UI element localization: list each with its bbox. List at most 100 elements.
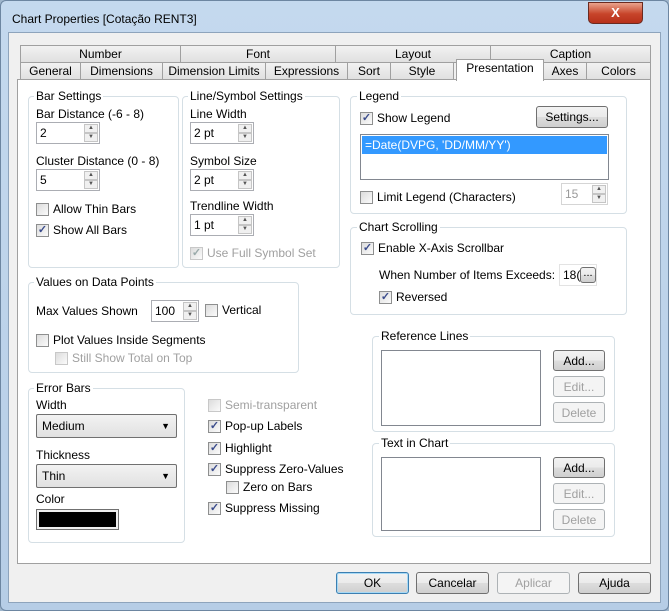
browse-button[interactable]: ... — [580, 267, 596, 283]
bar-distance-spinner[interactable]: 2 ▲ ▼ — [36, 122, 100, 144]
suppress-zero-values-checkbox[interactable]: ✓ Suppress Zero-Values — [208, 463, 344, 476]
spin-up-icon[interactable]: ▲ — [238, 124, 252, 133]
max-values-label: Max Values Shown — [36, 304, 138, 318]
check-icon: ✓ — [190, 247, 203, 260]
highlight-checkbox[interactable]: ✓ Highlight — [208, 442, 272, 455]
thickness-label: Thickness — [36, 448, 91, 462]
spin-down-icon[interactable]: ▼ — [183, 311, 197, 320]
show-legend-checkbox[interactable]: ✓ Show Legend — [360, 112, 450, 125]
cluster-distance-label: Cluster Distance (0 - 8) — [36, 154, 160, 168]
allow-thin-bars-checkbox[interactable]: Allow Thin Bars — [36, 203, 136, 216]
reference-lines-listbox[interactable] — [381, 350, 541, 426]
trendline-width-spinner[interactable]: 1 pt ▲ ▼ — [190, 214, 254, 236]
checkbox-label: Highlight — [225, 441, 272, 455]
thickness-select[interactable]: Thin ▼ — [36, 464, 177, 488]
checkbox-label: Limit Legend (Characters) — [377, 190, 516, 204]
text-add-button[interactable]: Add... — [553, 457, 605, 478]
legend-item[interactable]: =Date(DVPG, 'DD/MM/YY') — [362, 136, 607, 154]
checkbox-box — [208, 399, 221, 412]
cluster-distance-value: 5 — [40, 173, 47, 187]
zero-on-bars-checkbox[interactable]: Zero on Bars — [226, 481, 312, 494]
spin-down-icon[interactable]: ▼ — [84, 180, 98, 189]
ok-button[interactable]: OK — [336, 572, 409, 594]
checkbox-box — [205, 304, 218, 317]
vertical-checkbox[interactable]: Vertical — [205, 304, 261, 317]
enable-scrollbar-checkbox[interactable]: ✓ Enable X-Axis Scrollbar — [361, 242, 504, 255]
line-symbol-title: Line/Symbol Settings — [188, 89, 305, 103]
show-all-bars-checkbox[interactable]: ✓ Show All Bars — [36, 224, 127, 237]
check-icon: ✓ — [379, 291, 392, 304]
spin-down-icon[interactable]: ▼ — [238, 225, 252, 234]
spin-up-icon[interactable]: ▲ — [238, 171, 252, 180]
max-values-spinner[interactable]: 100 ▲ ▼ — [151, 300, 199, 322]
reference-add-button[interactable]: Add... — [553, 350, 605, 371]
symbol-size-label: Symbol Size — [190, 154, 257, 168]
tab-general[interactable]: General — [20, 62, 81, 80]
spin-up-icon[interactable]: ▲ — [84, 171, 98, 180]
checkbox-box — [226, 481, 239, 494]
spin-up-icon[interactable]: ▲ — [84, 124, 98, 133]
still-show-total-checkbox[interactable]: Still Show Total on Top — [55, 352, 192, 365]
suppress-missing-checkbox[interactable]: ✓ Suppress Missing — [208, 502, 320, 515]
checkbox-label: Reversed — [396, 290, 448, 304]
checkbox-label: Suppress Zero-Values — [225, 462, 344, 476]
checkbox-label: Vertical — [222, 303, 262, 317]
symbol-size-value: 2 pt — [194, 173, 215, 187]
text-edit-button[interactable]: Edit... — [553, 483, 605, 504]
close-button[interactable]: X — [588, 2, 643, 24]
checkbox-label: Pop-up Labels — [225, 419, 303, 433]
checkbox-box — [55, 352, 68, 365]
spin-down-icon[interactable]: ▼ — [84, 133, 98, 142]
line-width-spinner[interactable]: 2 pt ▲ ▼ — [190, 122, 254, 144]
tab-dimensions[interactable]: Dimensions — [80, 62, 163, 80]
legend-settings-button[interactable]: Settings... — [536, 106, 608, 128]
text-in-chart-title: Text in Chart — [379, 436, 451, 450]
tab-dimension-limits[interactable]: Dimension Limits — [162, 62, 266, 80]
cluster-distance-spinner[interactable]: 5 ▲ ▼ — [36, 169, 100, 191]
tab-number[interactable]: Number — [20, 45, 181, 63]
color-picker-button[interactable] — [36, 509, 119, 530]
tab-presentation[interactable]: Presentation — [456, 59, 544, 81]
width-value: Medium — [42, 419, 85, 433]
text-in-chart-listbox[interactable] — [381, 457, 541, 531]
checkbox-label: Enable X-Axis Scrollbar — [378, 241, 505, 255]
width-label: Width — [36, 398, 67, 412]
values-on-data-points-title: Values on Data Points — [34, 275, 156, 289]
check-icon: ✓ — [208, 463, 221, 476]
cancel-button[interactable]: Cancelar — [416, 572, 489, 594]
tab-style[interactable]: Style — [390, 62, 454, 80]
help-button[interactable]: Ajuda — [578, 572, 651, 594]
limit-legend-spinner[interactable]: 15 ▲ ▼ — [561, 183, 608, 205]
reference-delete-button[interactable]: Delete — [553, 402, 605, 423]
tab-colors[interactable]: Colors — [586, 62, 651, 80]
tab-expressions[interactable]: Expressions — [265, 62, 348, 80]
legend-listbox[interactable]: =Date(DVPG, 'DD/MM/YY') — [360, 134, 609, 180]
tab-axes[interactable]: Axes — [543, 62, 587, 80]
tab-sort[interactable]: Sort — [347, 62, 391, 80]
tab-font[interactable]: Font — [180, 45, 336, 63]
checkbox-box — [360, 191, 373, 204]
checkbox-label: Still Show Total on Top — [72, 351, 193, 365]
apply-button[interactable]: Aplicar — [497, 572, 570, 594]
spin-down-icon[interactable]: ▼ — [238, 133, 252, 142]
spin-down-icon[interactable]: ▼ — [592, 194, 606, 203]
reversed-checkbox[interactable]: ✓ Reversed — [379, 291, 447, 304]
bar-settings-title: Bar Settings — [34, 89, 104, 103]
text-delete-button[interactable]: Delete — [553, 509, 605, 530]
width-select[interactable]: Medium ▼ — [36, 414, 177, 438]
spin-up-icon[interactable]: ▲ — [592, 185, 606, 194]
symbol-size-spinner[interactable]: 2 pt ▲ ▼ — [190, 169, 254, 191]
trendline-width-value: 1 pt — [194, 218, 215, 232]
spin-up-icon[interactable]: ▲ — [238, 216, 252, 225]
spin-down-icon[interactable]: ▼ — [238, 180, 252, 189]
spin-up-icon[interactable]: ▲ — [183, 302, 197, 311]
limit-legend-checkbox[interactable]: Limit Legend (Characters) — [360, 191, 516, 204]
plot-values-inside-checkbox[interactable]: Plot Values Inside Segments — [36, 334, 206, 347]
use-full-symbol-set-checkbox[interactable]: ✓ Use Full Symbol Set — [190, 247, 316, 260]
checkbox-label: Allow Thin Bars — [53, 202, 137, 216]
reference-edit-button[interactable]: Edit... — [553, 376, 605, 397]
popup-labels-checkbox[interactable]: ✓ Pop-up Labels — [208, 420, 302, 433]
semi-transparent-checkbox[interactable]: Semi-transparent — [208, 399, 317, 412]
line-width-label: Line Width — [190, 107, 247, 121]
chevron-down-icon: ▼ — [161, 421, 170, 431]
